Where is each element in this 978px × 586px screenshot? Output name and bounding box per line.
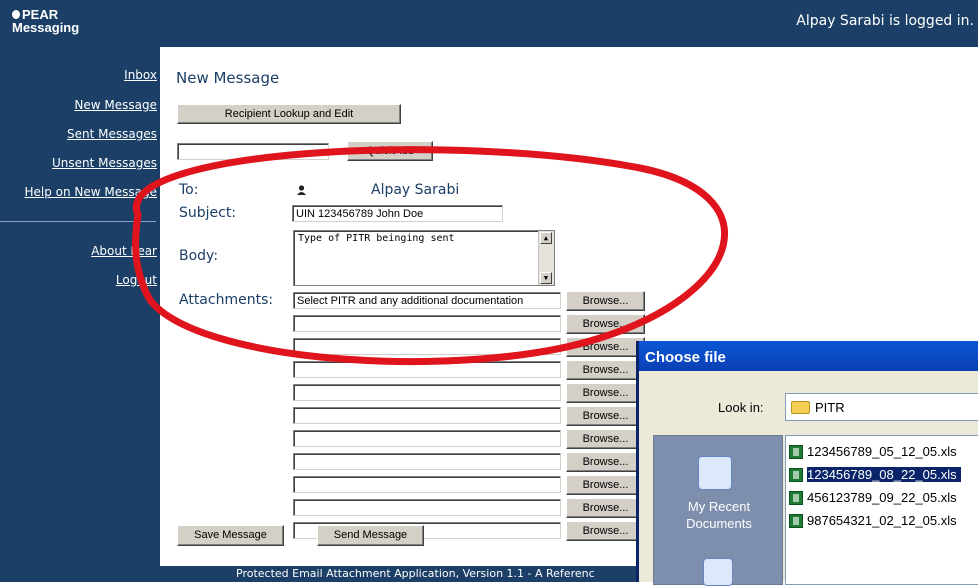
send-message-button[interactable]: Send Message: [317, 525, 424, 546]
browse-button[interactable]: Browse...: [566, 383, 645, 403]
quickadd-button[interactable]: QuickAdd: [347, 141, 433, 161]
look-in-label: Look in:: [718, 400, 764, 415]
file-item[interactable]: 987654321_02_12_05.xls: [787, 511, 978, 531]
attachments-label: Attachments:: [179, 292, 274, 308]
body-label: Body:: [179, 248, 219, 264]
dialog-title: Choose file: [645, 349, 726, 366]
scroll-down-icon[interactable]: ▼: [540, 272, 552, 284]
attachment-input[interactable]: [293, 407, 561, 424]
browse-button[interactable]: Browse...: [566, 429, 645, 449]
excel-file-icon: [789, 468, 803, 482]
sidebar-item-unsent-messages[interactable]: Unsent Messages: [52, 156, 157, 170]
attachment-input[interactable]: [293, 476, 561, 493]
recipient-lookup-button[interactable]: Recipient Lookup and Edit: [177, 104, 401, 124]
scroll-up-icon[interactable]: ▲: [540, 232, 552, 244]
attachment-input[interactable]: [293, 384, 561, 401]
file-item[interactable]: 456123789_09_22_05.xls: [787, 488, 978, 508]
sidebar: Inbox New Message Sent Messages Unsent M…: [0, 47, 160, 582]
body-textarea[interactable]: Type of PITR beinging sent ▲ ▼: [293, 230, 555, 286]
attachment-input[interactable]: [293, 338, 561, 355]
browse-button[interactable]: Browse...: [566, 498, 645, 518]
look-in-select[interactable]: PITR: [785, 393, 978, 421]
browse-button[interactable]: Browse...: [566, 314, 645, 334]
sidebar-item-new-message[interactable]: New Message: [74, 98, 157, 112]
sidebar-divider: [0, 221, 156, 222]
attachment-input[interactable]: [293, 453, 561, 470]
subject-input[interactable]: UIN 123456789 John Doe: [292, 205, 503, 222]
body-scrollbar[interactable]: ▲ ▼: [538, 231, 554, 285]
sidebar-item-sent-messages[interactable]: Sent Messages: [67, 127, 157, 141]
app-logo: PEAR Messaging: [12, 7, 80, 35]
recipient-person-icon: [297, 185, 306, 195]
file-list: 123456789_05_12_05.xls 123456789_08_22_0…: [785, 435, 978, 585]
browse-button[interactable]: Browse...: [566, 360, 645, 380]
page-title: New Message: [176, 69, 280, 87]
sidebar-item-inbox[interactable]: Inbox: [124, 68, 157, 82]
folder-icon: [791, 401, 810, 414]
places-bar: My Recent Documents: [653, 435, 784, 586]
footer-text: Protected Email Attachment Application, …: [236, 567, 595, 580]
attachment-input[interactable]: Select PITR and any additional documenta…: [293, 292, 561, 309]
excel-file-icon: [789, 514, 803, 528]
attachment-input[interactable]: [293, 499, 561, 516]
file-item[interactable]: 123456789_05_12_05.xls: [787, 442, 978, 462]
attachment-input[interactable]: [293, 315, 561, 332]
subject-label: Subject:: [179, 205, 237, 221]
browse-button[interactable]: Browse...: [566, 475, 645, 495]
browse-button[interactable]: Browse...: [566, 406, 645, 426]
choose-file-dialog[interactable]: Choose file Look in: PITR My Recent Docu…: [636, 341, 978, 586]
save-message-button[interactable]: Save Message: [177, 525, 284, 546]
sidebar-item-help[interactable]: Help on New Message: [24, 185, 157, 199]
excel-file-icon: [789, 445, 803, 459]
attachment-input[interactable]: [293, 361, 561, 378]
pear-icon: [12, 10, 20, 19]
file-item-selected[interactable]: 123456789_08_22_05.xls: [787, 465, 978, 485]
dialog-title-bar[interactable]: Choose file: [639, 341, 978, 371]
browse-button[interactable]: Browse...: [566, 452, 645, 472]
recipient-name: Alpay Sarabi: [371, 182, 460, 198]
body-text: Type of PITR beinging sent: [298, 233, 455, 244]
app-header: PEAR Messaging Alpay Sarabi is logged in…: [0, 0, 978, 47]
look-in-value: PITR: [815, 400, 845, 415]
sidebar-item-about[interactable]: About Pear: [91, 244, 157, 258]
quickadd-input[interactable]: [177, 143, 329, 160]
sidebar-item-logout[interactable]: Logout: [116, 273, 157, 287]
attachment-input[interactable]: [293, 430, 561, 447]
browse-button[interactable]: Browse...: [566, 521, 645, 541]
excel-file-icon: [789, 491, 803, 505]
place-label-recent[interactable]: My Recent Documents: [654, 498, 784, 532]
to-label: To:: [179, 182, 199, 198]
recent-documents-icon[interactable]: [698, 456, 732, 490]
browse-button[interactable]: Browse...: [566, 291, 645, 311]
browse-button[interactable]: Browse...: [566, 337, 645, 357]
logged-in-status: Alpay Sarabi is logged in.: [796, 13, 974, 29]
